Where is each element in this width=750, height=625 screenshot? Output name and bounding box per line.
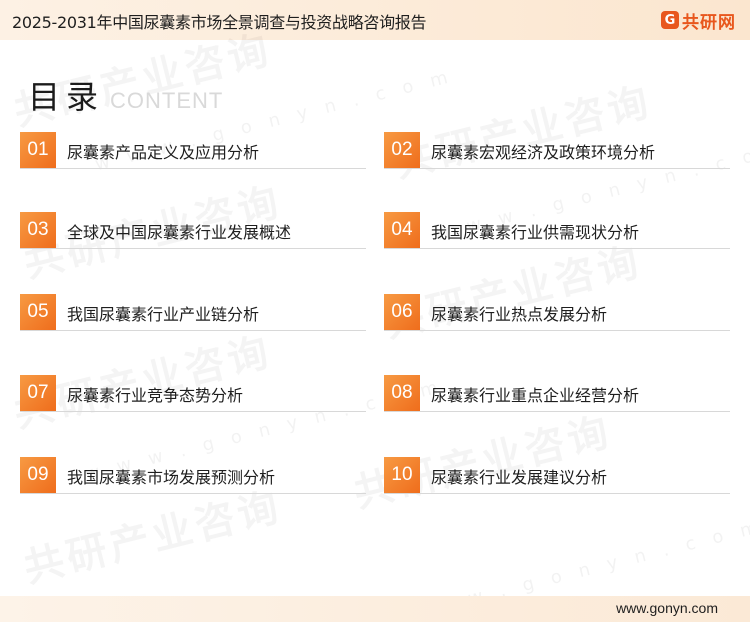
toc-item-05[interactable]: 05 我国尿囊素行业产业链分析	[20, 294, 366, 331]
toc-item-label: 我国尿囊素行业供需现状分析	[431, 223, 640, 242]
report-title: 2025-2031年中国尿囊素市场全景调查与投资战略咨询报告	[12, 13, 427, 32]
toc-heading: 目录 CONTENT	[28, 72, 223, 118]
toc-heading-main: 目录	[28, 78, 105, 116]
brand-name: 共研网	[682, 12, 736, 33]
brand-mark-icon: G	[661, 11, 679, 29]
brand-logo: G 共研网	[661, 8, 736, 33]
footer-bar: www.gonyn.com	[0, 596, 750, 622]
toc-item-09[interactable]: 09 我国尿囊素市场发展预测分析	[20, 457, 366, 494]
toc-number-badge: 03	[20, 212, 56, 248]
toc-number-badge: 08	[384, 375, 420, 411]
toc-item-08[interactable]: 08 尿囊素行业重点企业经营分析	[384, 375, 730, 412]
watermark-text: 共研产业咨询	[387, 69, 657, 189]
toc-number-badge: 05	[20, 294, 56, 330]
toc-number-badge: 01	[20, 132, 56, 168]
toc-item-01[interactable]: 01 尿囊素产品定义及应用分析	[20, 132, 366, 169]
toc-item-label: 尿囊素宏观经济及政策环境分析	[431, 143, 656, 162]
toc-number-badge: 02	[384, 132, 420, 168]
toc-number-badge: 06	[384, 294, 420, 330]
toc-number-badge: 07	[20, 375, 56, 411]
toc-item-03[interactable]: 03 全球及中国尿囊素行业发展概述	[20, 212, 366, 249]
toc-item-label: 我国尿囊素行业产业链分析	[67, 305, 260, 324]
toc-item-label: 尿囊素行业重点企业经营分析	[431, 386, 640, 405]
toc-item-07[interactable]: 07 尿囊素行业竞争态势分析	[20, 375, 366, 412]
toc-item-06[interactable]: 06 尿囊素行业热点发展分析	[384, 294, 730, 331]
toc-item-label: 尿囊素行业热点发展分析	[431, 305, 608, 324]
toc-item-label: 尿囊素产品定义及应用分析	[67, 143, 260, 162]
toc-item-02[interactable]: 02 尿囊素宏观经济及政策环境分析	[384, 132, 730, 169]
toc-item-10[interactable]: 10 尿囊素行业发展建议分析	[384, 457, 730, 494]
toc-item-label: 尿囊素行业竞争态势分析	[67, 386, 244, 405]
footer-url[interactable]: www.gonyn.com	[616, 600, 718, 616]
toc-heading-sub: CONTENT	[110, 88, 224, 113]
toc-item-04[interactable]: 04 我国尿囊素行业供需现状分析	[384, 212, 730, 249]
toc-number-badge: 09	[20, 457, 56, 493]
toc-number-badge: 10	[384, 457, 420, 493]
toc-item-label: 全球及中国尿囊素行业发展概述	[67, 223, 292, 242]
toc-number-badge: 04	[384, 212, 420, 248]
toc-item-label: 我国尿囊素市场发展预测分析	[67, 468, 276, 487]
header-bar: 2025-2031年中国尿囊素市场全景调查与投资战略咨询报告 G 共研网	[0, 0, 750, 40]
toc-item-label: 尿囊素行业发展建议分析	[431, 468, 608, 487]
